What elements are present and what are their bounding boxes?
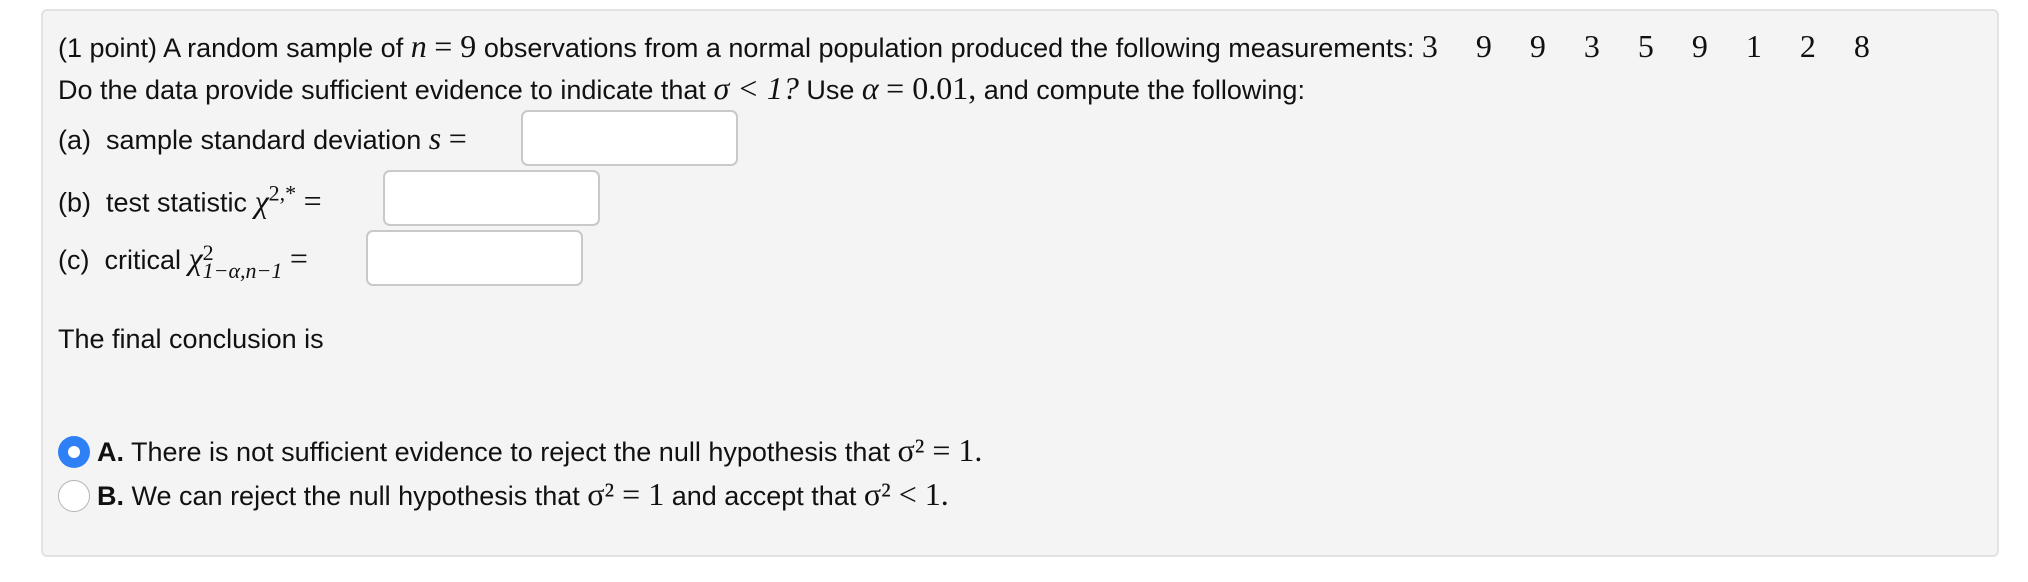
conclusion-label: The final conclusion is bbox=[58, 324, 324, 354]
chi-symbol: χ2,* bbox=[254, 180, 297, 219]
option-letter: B. bbox=[97, 481, 124, 511]
alpha-value: = 0.01, bbox=[886, 70, 977, 106]
chi-subscript: 1−α,n−1 bbox=[202, 257, 283, 283]
n-value: = 9 bbox=[434, 28, 477, 64]
option-b-radio[interactable] bbox=[58, 480, 90, 512]
measurement: 8 bbox=[1853, 28, 1870, 64]
part-a: (a) sample standard deviation s = bbox=[58, 120, 467, 157]
measurement: 3 bbox=[1583, 28, 1600, 64]
option-text: We can reject the null hypothesis that bbox=[131, 481, 580, 511]
use-label: Use bbox=[806, 75, 855, 105]
intro-text-2: observations from a normal population pr… bbox=[483, 33, 1415, 63]
option-math-2: σ² < 1. bbox=[863, 476, 949, 512]
problem-statement-line2: Do the data provide sufficient evidence … bbox=[58, 70, 1305, 107]
question-text: Do the data provide sufficient evidence … bbox=[58, 75, 706, 105]
part-c: (c) critical χ 2 1−α,n−1 = bbox=[58, 240, 308, 281]
chi-letter: χ bbox=[188, 240, 203, 276]
equals-sign: = bbox=[303, 182, 322, 219]
option-math: σ² = 1 bbox=[587, 476, 665, 512]
chi-superscript: 2,* bbox=[268, 180, 297, 205]
sigma-condition: σ < 1? bbox=[713, 70, 799, 106]
equals-sign: = bbox=[289, 240, 308, 276]
chi-critical-symbol: χ 2 1−α,n−1 bbox=[188, 240, 283, 281]
std-dev-input[interactable] bbox=[521, 110, 738, 166]
measurement: 3 bbox=[1421, 28, 1438, 64]
part-text: test statistic bbox=[106, 187, 248, 218]
measurement: 1 bbox=[1745, 28, 1762, 64]
option-math: σ² = 1. bbox=[897, 432, 983, 468]
equals-sign: = bbox=[448, 120, 467, 156]
s-symbol: s bbox=[428, 120, 442, 156]
test-statistic-input[interactable] bbox=[383, 170, 600, 226]
option-text: There is not sufficient evidence to reje… bbox=[131, 437, 890, 467]
part-label: (c) bbox=[58, 245, 90, 275]
measurement: 9 bbox=[1529, 28, 1546, 64]
problem-statement-line1: (1 point) A random sample of n = 9 obser… bbox=[58, 28, 1908, 65]
measurements-list: 3 9 9 3 5 9 1 2 8 bbox=[1422, 28, 1908, 65]
part-label: (a) bbox=[58, 125, 91, 155]
critical-value-input[interactable] bbox=[366, 230, 583, 286]
measurement: 9 bbox=[1691, 28, 1708, 64]
option-text-2: and accept that bbox=[671, 481, 857, 511]
part-label: (b) bbox=[58, 187, 91, 218]
part-text: sample standard deviation bbox=[106, 125, 422, 155]
option-a[interactable]: A. There is not sufficient evidence to r… bbox=[97, 432, 982, 469]
alpha-symbol: α bbox=[861, 70, 879, 106]
chi-letter: χ bbox=[254, 182, 269, 219]
measurement: 2 bbox=[1799, 28, 1816, 64]
measurement: 9 bbox=[1475, 28, 1492, 64]
part-text: critical bbox=[104, 245, 182, 275]
intro-text: A random sample of bbox=[163, 33, 404, 63]
option-b[interactable]: B. We can reject the null hypothesis tha… bbox=[97, 476, 949, 513]
option-a-radio[interactable] bbox=[58, 436, 90, 468]
part-b: (b) test statistic χ2,* = bbox=[58, 180, 322, 220]
option-letter: A. bbox=[97, 437, 124, 467]
points-label: (1 point) bbox=[58, 33, 158, 63]
question-text-2: and compute the following: bbox=[983, 75, 1305, 105]
n-variable: n bbox=[410, 28, 427, 64]
measurement: 5 bbox=[1637, 28, 1654, 64]
